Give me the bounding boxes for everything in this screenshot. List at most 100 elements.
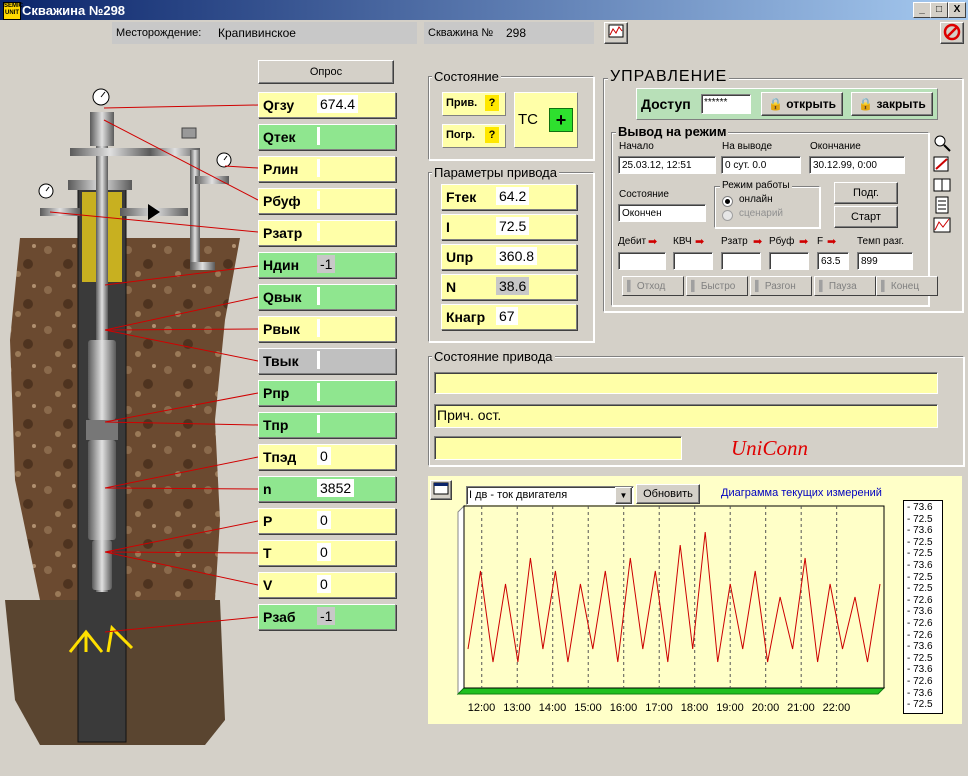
metric-input[interactable] (721, 252, 761, 270)
metric-input[interactable]: 63.5 (817, 252, 849, 270)
x-tick-label: 21:00 (787, 702, 815, 714)
param-8: Твык (258, 348, 396, 374)
scenario-radio[interactable] (722, 210, 733, 221)
param-value (317, 127, 320, 145)
param-name: Qвык (263, 289, 302, 305)
field-value: Крапивинское (218, 26, 296, 40)
y-tick-label: - 72.6 (907, 594, 933, 606)
metric-label: КВЧ (673, 236, 692, 247)
start-label: Начало (619, 141, 654, 152)
param-value: -1 (317, 607, 336, 625)
toolbar-button[interactable]: ▌ Быстро (686, 276, 748, 296)
chart-view-button[interactable] (604, 22, 628, 44)
x-tick-label: 16:00 (609, 702, 638, 714)
arrow-right-icon: ➡ (648, 236, 658, 248)
lock-icon: 🔒 (858, 97, 874, 111)
param-name: Тпэд (263, 449, 297, 465)
param-0: Qгзу 674.4 (258, 92, 396, 118)
y-tick-label: - 73.6 (907, 641, 933, 653)
param-12: n 3852 (258, 476, 396, 502)
maximize-button[interactable]: □ (930, 2, 948, 18)
x-tick-label: 22:00 (822, 702, 851, 714)
param-name: Рлин (263, 161, 299, 177)
y-tick-label: - 72.5 (907, 652, 933, 664)
drive-param-2: Uпр 360.8 (441, 244, 577, 270)
param-value: 0 (317, 543, 331, 561)
y-tick-label: - 72.5 (907, 583, 933, 595)
y-tick-label: - 73.6 (907, 525, 933, 537)
start-button[interactable]: Старт (834, 206, 898, 228)
toolbar-button[interactable]: ▌ Разгон (750, 276, 812, 296)
tc-label: ТС (518, 111, 538, 128)
current-chart (456, 504, 886, 696)
metric-input[interactable] (769, 252, 809, 270)
y-tick-label: - 73.6 (907, 560, 933, 571)
param-value (317, 383, 320, 401)
stop-button[interactable] (940, 22, 964, 44)
graph-icon[interactable] (932, 216, 952, 234)
access-password-input[interactable]: ****** (701, 94, 751, 114)
zoom-icon[interactable] (932, 134, 952, 152)
param-5: Ндин -1 (258, 252, 396, 278)
x-tick-label: 18:00 (680, 702, 709, 714)
toolbar-label: Разгон (764, 281, 796, 292)
drive-param-3: N 38.6 (441, 274, 577, 300)
param-name: Рбуф (263, 193, 301, 209)
drive-param-value: 72.5 (496, 217, 530, 235)
param-name: Твык (263, 353, 299, 369)
end-label: Окончание (810, 141, 861, 152)
metric-input[interactable] (618, 252, 666, 270)
online-label: онлайн (739, 194, 773, 205)
prepare-button[interactable]: Подг. (834, 182, 898, 204)
tc-indicator: ТС + (514, 92, 578, 148)
open-button[interactable]: 🔒 открыть (761, 92, 843, 116)
param-1: Qтек (258, 124, 396, 150)
mode-state-input[interactable]: Окончен (618, 204, 706, 222)
toolbar-button[interactable]: ▌ Пауза (814, 276, 876, 296)
output-label: На выводе (722, 141, 772, 152)
drive-param-value: 360.8 (496, 247, 538, 265)
tc-ok-icon: + (549, 108, 573, 132)
side-tools (932, 134, 952, 234)
valve-icon (181, 127, 197, 139)
window-title: Скважина №298 (22, 3, 126, 18)
param-2: Рлин (258, 156, 396, 182)
lock-icon: 🔒 (767, 97, 783, 111)
online-radio[interactable] (722, 196, 733, 207)
poll-button[interactable]: Опрос (258, 60, 394, 84)
minimize-button[interactable]: _ (913, 2, 931, 18)
toolbar-button[interactable]: ▌ Отход (622, 276, 684, 296)
param-name: Рвык (263, 321, 300, 337)
drive-param-value: 38.6 (496, 277, 530, 295)
toolbar-icon: ▌ (819, 281, 829, 292)
param-10: Тпр (258, 412, 396, 438)
metric-label: Рзатр (721, 236, 748, 247)
metric-input[interactable] (673, 252, 713, 270)
close-button[interactable]: X (948, 2, 966, 18)
book-icon[interactable] (932, 176, 952, 194)
uniconn-logo: UniConn (731, 436, 809, 460)
y-tick-label: - 72.5 (907, 536, 933, 548)
metric-input[interactable]: 899 (857, 252, 913, 270)
wellhead (90, 112, 114, 146)
x-tick-label: 15:00 (574, 702, 602, 714)
control-caption: УПРАВЛЕНИЕ (608, 68, 730, 86)
y-tick-label: - 72.5 (907, 513, 933, 525)
state-caption: Состояние (432, 69, 501, 84)
tools-icon[interactable] (932, 155, 952, 173)
toolbar-button[interactable]: ▌ Конец (876, 276, 938, 296)
param-name: Рзаб (263, 609, 296, 625)
output-input[interactable]: 0 сут. 0.0 (721, 156, 801, 174)
y-tick-label: - 73.6 (907, 606, 933, 618)
drive-param-name: Fтек (446, 189, 477, 205)
end-input[interactable]: 30.12.99, 0:00 (809, 156, 905, 174)
param-value: 0 (317, 575, 331, 593)
param-value: 0 (317, 511, 331, 529)
x-tick-label: 19:00 (716, 702, 744, 714)
app-icon: SEMIC UNIT (3, 2, 23, 20)
arrow-right-icon: ➡ (827, 236, 837, 248)
close-access-button[interactable]: 🔒 закрыть (851, 92, 933, 116)
document-icon[interactable] (932, 196, 952, 214)
toolbar-label: Отход (636, 281, 666, 292)
start-input[interactable]: 25.03.12, 12:51 (618, 156, 716, 174)
